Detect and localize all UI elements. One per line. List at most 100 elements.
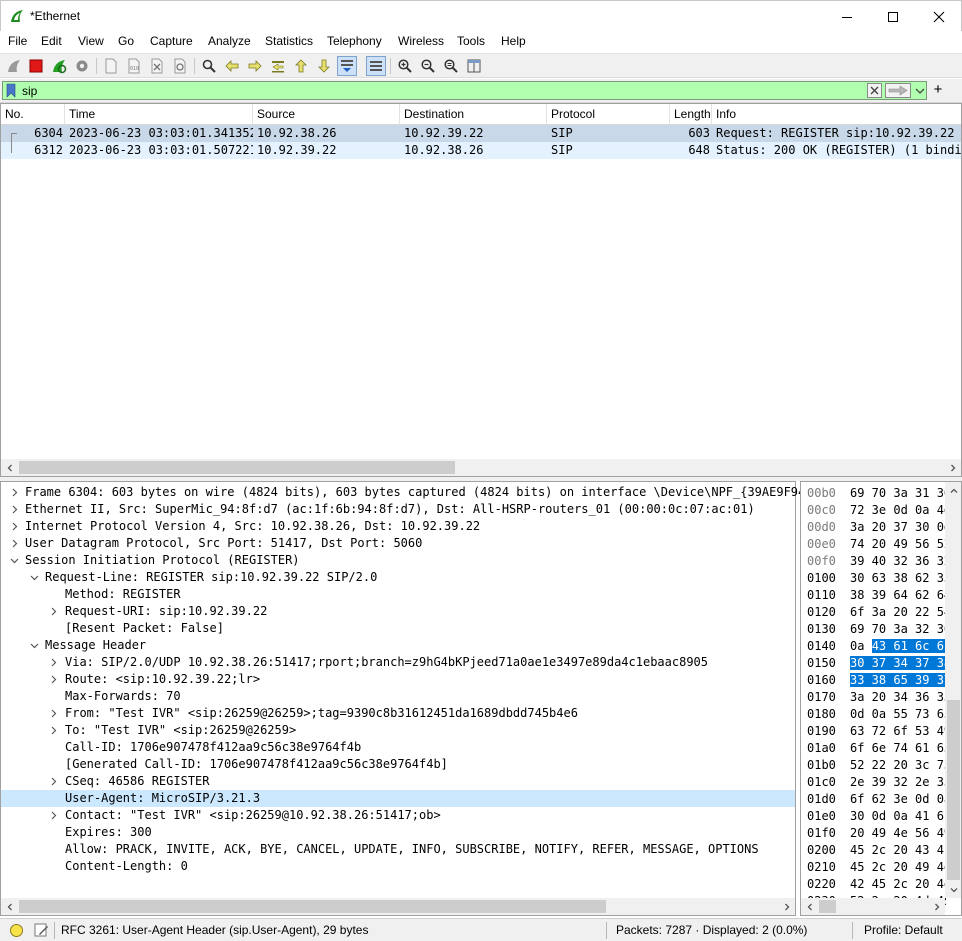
collapsed-arrow-icon[interactable] (10, 488, 19, 497)
collapsed-arrow-icon[interactable] (49, 811, 58, 820)
collapsed-arrow-icon[interactable] (49, 726, 58, 735)
tree-node[interactable]: Expires: 300 (1, 824, 795, 841)
hex-row[interactable]: 0210 45 2c 20 49 4e (801, 859, 946, 876)
hex-row[interactable]: 00e0 74 20 49 56 52 (801, 536, 946, 553)
capture-options-button[interactable] (72, 56, 92, 76)
scroll-right-button[interactable] (928, 898, 945, 915)
scroll-right-button[interactable] (944, 459, 961, 476)
scroll-down-button[interactable] (945, 881, 961, 898)
scrollbar-thumb[interactable] (819, 900, 836, 913)
hex-row[interactable]: 0110 38 39 64 62 64 (801, 587, 946, 604)
restart-capture-button[interactable] (49, 56, 69, 76)
first-packet-button[interactable] (291, 56, 311, 76)
details-horizontal-scrollbar[interactable] (1, 898, 795, 915)
tree-node[interactable]: From: "Test IVR" <sip:26259@26259>;tag=9… (1, 705, 795, 722)
tree-node[interactable]: Message Header (1, 637, 795, 654)
tree-node[interactable]: To: "Test IVR" <sip:26259@26259> (1, 722, 795, 739)
tree-node[interactable]: Via: SIP/2.0/UDP 10.92.38.26:51417;rport… (1, 654, 795, 671)
column-header-info[interactable]: Info (712, 104, 961, 125)
zoom-out-button[interactable] (418, 56, 438, 76)
hex-row[interactable]: 0100 30 63 38 62 33 (801, 570, 946, 587)
minimize-button[interactable] (824, 1, 870, 32)
bookmark-icon[interactable] (6, 83, 16, 98)
tree-node[interactable]: Request-Line: REGISTER sip:10.92.39.22 S… (1, 569, 795, 586)
menu-analyze[interactable]: Analyze (208, 34, 251, 48)
tree-node[interactable]: CSeq: 46586 REGISTER (1, 773, 795, 790)
hex-row[interactable]: 0140 0a 43 61 6c 6c (801, 638, 946, 655)
tree-node[interactable]: Allow: PRACK, INVITE, ACK, BYE, CANCEL, … (1, 841, 795, 858)
find-packet-button[interactable] (199, 56, 219, 76)
hex-row[interactable]: 0150 30 37 34 37 38 (801, 655, 946, 672)
collapsed-arrow-icon[interactable] (49, 709, 58, 718)
apply-filter-arrow-icon[interactable] (885, 83, 911, 98)
hex-row[interactable]: 0120 6f 3a 20 22 54 (801, 604, 946, 621)
hex-row[interactable]: 01b0 52 22 20 3c 73 (801, 757, 946, 774)
tree-node[interactable]: Frame 6304: 603 bytes on wire (4824 bits… (1, 484, 820, 501)
hex-row[interactable]: 0180 0d 0a 55 73 65 (801, 706, 946, 723)
menu-wireless[interactable]: Wireless (398, 34, 444, 48)
expanded-arrow-icon[interactable] (30, 641, 39, 650)
capture-comment-icon[interactable] (33, 922, 49, 938)
hex-row[interactable]: 01d0 6f 62 3e 0d 0a (801, 791, 946, 808)
collapsed-arrow-icon[interactable] (10, 522, 19, 531)
menu-tools[interactable]: Tools (457, 34, 485, 48)
normal-size-button[interactable] (441, 56, 461, 76)
menu-capture[interactable]: Capture (150, 34, 193, 48)
scrollbar-thumb[interactable] (19, 900, 606, 913)
column-header-protocol[interactable]: Protocol (547, 104, 670, 125)
menu-go[interactable]: Go (118, 34, 134, 48)
tree-node[interactable]: Max-Forwards: 70 (1, 688, 795, 705)
save-file-button[interactable]: 010 (124, 56, 144, 76)
autoscroll-button[interactable] (337, 56, 357, 76)
tree-node[interactable]: Method: REGISTER (1, 586, 795, 603)
packet-row[interactable]: 6312 2023-06-23 03:03:01.507221 10.92.39… (1, 142, 961, 159)
close-file-button[interactable] (147, 56, 167, 76)
bytes-horizontal-scrollbar[interactable] (801, 898, 945, 915)
bytes-vertical-scrollbar[interactable] (945, 482, 961, 898)
scrollbar-thumb[interactable] (947, 700, 960, 880)
hex-row[interactable]: 0190 63 72 6f 53 49 (801, 723, 946, 740)
collapsed-arrow-icon[interactable] (10, 539, 19, 548)
tree-node[interactable]: Call-ID: 1706e907478f412aa9c56c38e9764f4… (1, 739, 795, 756)
scroll-right-button[interactable] (778, 898, 795, 915)
column-header-length[interactable]: Length (670, 104, 712, 125)
tree-node[interactable]: Content-Length: 0 (1, 858, 795, 875)
hex-row[interactable]: 0130 69 70 3a 32 36 (801, 621, 946, 638)
tree-node[interactable]: [Resent Packet: False] (1, 620, 795, 637)
colorize-button[interactable] (366, 56, 386, 76)
hex-row[interactable]: 01f0 20 49 4e 56 49 (801, 825, 946, 842)
close-window-button[interactable] (916, 1, 962, 32)
expanded-arrow-icon[interactable] (10, 556, 19, 565)
hex-row[interactable]: 01e0 30 0d 0a 41 6c (801, 808, 946, 825)
tree-node[interactable]: User-Agent: MicroSIP/3.21.3 (1, 790, 795, 807)
column-header-destination[interactable]: Destination (400, 104, 547, 125)
last-packet-button[interactable] (314, 56, 334, 76)
hex-row[interactable]: 00d0 3a 20 37 30 0d (801, 519, 946, 536)
tree-node[interactable]: Request-URI: sip:10.92.39.22 (1, 603, 795, 620)
chevron-down-icon[interactable] (914, 83, 926, 98)
expanded-arrow-icon[interactable] (30, 573, 39, 582)
column-header-no[interactable]: No. (1, 104, 65, 125)
expert-info-indicator[interactable] (10, 924, 23, 937)
tree-node[interactable]: User Datagram Protocol, Src Port: 51417,… (1, 535, 795, 552)
start-capture-button[interactable] (4, 56, 24, 76)
column-header-time[interactable]: Time (65, 104, 253, 125)
hex-row[interactable]: 00b0 69 70 3a 31 30 (801, 485, 946, 502)
clear-filter-icon[interactable] (867, 83, 882, 98)
go-forward-button[interactable] (245, 56, 265, 76)
tree-node[interactable]: Route: <sip:10.92.39.22;lr> (1, 671, 795, 688)
maximize-button[interactable] (870, 1, 916, 32)
hex-row[interactable]: 01c0 2e 39 32 2e 33 (801, 774, 946, 791)
tree-node[interactable]: Session Initiation Protocol (REGISTER) (1, 552, 795, 569)
tree-node[interactable]: Ethernet II, Src: SuperMic_94:8f:d7 (ac:… (1, 501, 795, 518)
display-filter-input[interactable] (22, 83, 862, 98)
scroll-left-button[interactable] (1, 459, 18, 476)
scroll-up-button[interactable] (945, 482, 961, 499)
open-file-button[interactable] (101, 56, 121, 76)
tree-node[interactable]: Contact: "Test IVR" <sip:26259@10.92.38.… (1, 807, 795, 824)
packet-row[interactable]: 6304 2023-06-23 03:03:01.341352 10.92.38… (1, 125, 961, 142)
scroll-left-button[interactable] (1, 898, 18, 915)
menu-edit[interactable]: Edit (41, 34, 62, 48)
hex-row[interactable]: 0200 45 2c 20 43 41 (801, 842, 946, 859)
go-to-packet-button[interactable] (268, 56, 288, 76)
